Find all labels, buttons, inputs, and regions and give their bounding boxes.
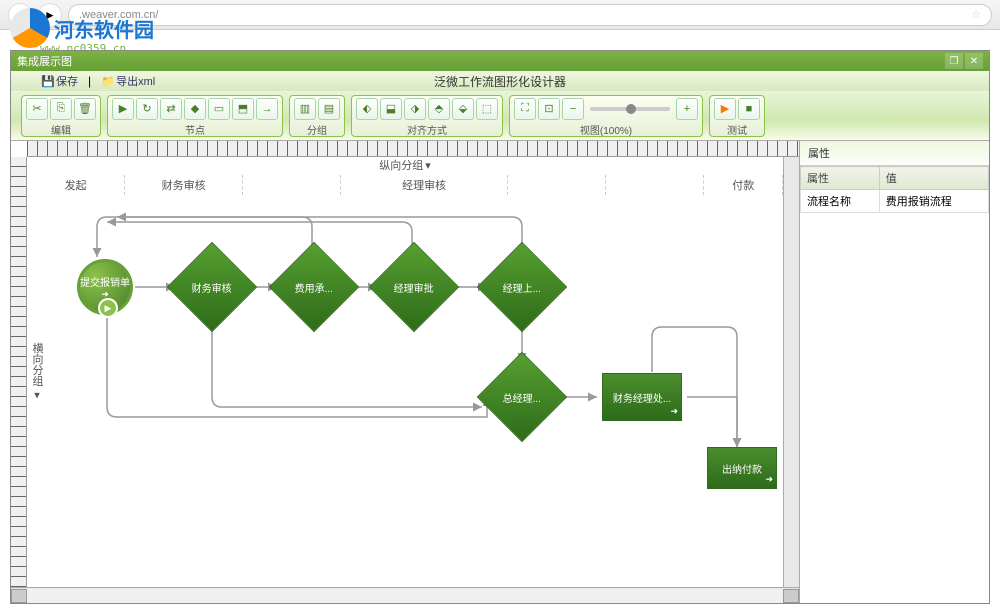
output-icon: ➜	[670, 406, 678, 417]
props-col-value: 值	[879, 167, 988, 190]
main-area: 纵向分组▾ 发起 财务审核 经理审核 付款 横向分组▾	[11, 141, 989, 603]
flow-connectors	[27, 157, 783, 577]
restore-button[interactable]: ❐	[945, 53, 963, 69]
node-swap-button[interactable]: ⇄	[160, 98, 182, 120]
test-stop-button[interactable]: ■	[738, 98, 760, 120]
save-button[interactable]: 💾 保存	[41, 73, 78, 89]
toolbar: 💾 保存 | 📁 导出xml 泛微工作流图形化设计器	[11, 71, 989, 91]
col-header[interactable]	[606, 175, 704, 195]
node-add3-button[interactable]: ⬒	[232, 98, 254, 120]
align-bottom-button[interactable]: ⬚	[476, 98, 498, 120]
zoom-out-button[interactable]: −	[562, 98, 584, 120]
node-link-button[interactable]: →	[256, 98, 278, 120]
prop-value-cell[interactable]: 费用报销流程	[879, 190, 988, 213]
window-title: 集成展示图	[17, 53, 72, 69]
watermark-logo-icon	[10, 8, 50, 48]
ruler-vertical	[11, 157, 27, 587]
app-title: 泛微工作流图形化设计器	[434, 73, 566, 90]
chevron-down-icon: ▾	[425, 159, 431, 172]
align-middle-button[interactable]: ⬙	[452, 98, 474, 120]
prop-name-cell: 流程名称	[801, 190, 880, 213]
align-center-button[interactable]: ⬓	[380, 98, 402, 120]
ribbon: ✂ ⎘ 🗑 编辑 ▶ ↻ ⇄ ◆ ▭ ⬒ → 节点 ▥ ▤ 分组	[11, 91, 989, 141]
play-icon: ▶	[98, 298, 118, 318]
node-add1-button[interactable]: ◆	[184, 98, 206, 120]
col-header[interactable]	[243, 175, 341, 195]
decision-node-upper[interactable]: 经理上...	[477, 242, 568, 333]
col-header[interactable]	[508, 175, 606, 195]
decision-node-cost[interactable]: 费用承...	[269, 242, 360, 333]
zoom-slider[interactable]	[590, 107, 670, 111]
decision-node-gm[interactable]: 总经理...	[477, 352, 568, 443]
favorite-icon[interactable]: ☆	[971, 8, 981, 21]
window-title-bar: 集成展示图 ❐ ✕	[11, 51, 989, 71]
start-node[interactable]: 提交报销单 ➜ ▶	[77, 259, 133, 315]
scrollbar-horizontal[interactable]	[11, 587, 799, 603]
align-right-button[interactable]: ⬗	[404, 98, 426, 120]
close-button[interactable]: ✕	[965, 53, 983, 69]
folder-icon: 📁	[101, 75, 113, 87]
group-v-button[interactable]: ▤	[318, 98, 340, 120]
zoom-in-button[interactable]: +	[676, 98, 698, 120]
col-header[interactable]: 经理审核	[341, 175, 508, 195]
node-add2-button[interactable]: ▭	[208, 98, 230, 120]
col-header[interactable]: 付款	[704, 175, 783, 195]
ribbon-group-node: ▶ ↻ ⇄ ◆ ▭ ⬒ → 节点	[107, 95, 283, 137]
scrollbar-vertical[interactable]	[783, 157, 799, 587]
node-play-button[interactable]: ▶	[112, 98, 134, 120]
horizontal-group-label[interactable]: 横向分组▾	[29, 343, 45, 402]
task-node-finance-mgr[interactable]: 财务经理处...➜	[602, 373, 682, 421]
ribbon-group-group: ▥ ▤ 分组	[289, 95, 345, 137]
watermark: 河东软件园	[10, 8, 154, 48]
group-h-button[interactable]: ▥	[294, 98, 316, 120]
chevron-down-icon: ▾	[31, 389, 44, 402]
flow-canvas[interactable]: 纵向分组▾ 发起 财务审核 经理审核 付款 横向分组▾	[27, 157, 783, 587]
col-header[interactable]: 发起	[27, 175, 125, 195]
properties-table: 属性 值 流程名称 费用报销流程	[800, 166, 989, 213]
watermark-title: 河东软件园	[54, 14, 154, 43]
export-xml-button[interactable]: 📁 导出xml	[101, 73, 155, 89]
align-left-button[interactable]: ⬖	[356, 98, 378, 120]
node-refresh-button[interactable]: ↻	[136, 98, 158, 120]
url-input[interactable]: .weaver.com.cn/ ☆	[68, 4, 992, 26]
properties-title: 属性	[800, 141, 989, 166]
align-top-button[interactable]: ⬘	[428, 98, 450, 120]
decision-node-finance[interactable]: 财务审核	[167, 242, 258, 333]
vertical-group-label[interactable]: 纵向分组▾	[379, 157, 431, 173]
scroll-right-button[interactable]	[783, 589, 799, 603]
output-icon: ➜	[765, 474, 773, 485]
column-headers: 发起 财务审核 经理审核 付款	[27, 175, 783, 195]
ribbon-group-test: ▶ ■ 测试	[709, 95, 765, 137]
col-header[interactable]: 财务审核	[125, 175, 243, 195]
view-fit-button[interactable]: ⛶	[514, 98, 536, 120]
view-actual-button[interactable]: ⊡	[538, 98, 560, 120]
cut-button[interactable]: ✂	[26, 98, 48, 120]
delete-button[interactable]: 🗑	[74, 98, 96, 120]
properties-panel: 属性 属性 值 流程名称 费用报销流程	[799, 141, 989, 603]
task-node-payment[interactable]: 出纳付款➜	[707, 447, 777, 489]
test-run-button[interactable]: ▶	[714, 98, 736, 120]
props-col-name: 属性	[801, 167, 880, 190]
ruler-horizontal	[27, 141, 799, 157]
app-window: 集成展示图 ❐ ✕ 💾 保存 | 📁 导出xml 泛微工作流图形化设计器 ✂ ⎘…	[10, 50, 990, 604]
copy-button[interactable]: ⎘	[50, 98, 72, 120]
ribbon-group-align: ⬖ ⬓ ⬗ ⬘ ⬙ ⬚ 对齐方式	[351, 95, 503, 137]
save-icon: 💾	[41, 75, 53, 87]
scroll-left-button[interactable]	[11, 589, 27, 603]
ribbon-group-edit: ✂ ⎘ 🗑 编辑	[21, 95, 101, 137]
ribbon-group-view: ⛶ ⊡ − + 视图(100%)	[509, 95, 703, 137]
canvas-wrap: 纵向分组▾ 发起 财务审核 经理审核 付款 横向分组▾	[11, 141, 799, 603]
decision-node-manager[interactable]: 经理审批	[369, 242, 460, 333]
